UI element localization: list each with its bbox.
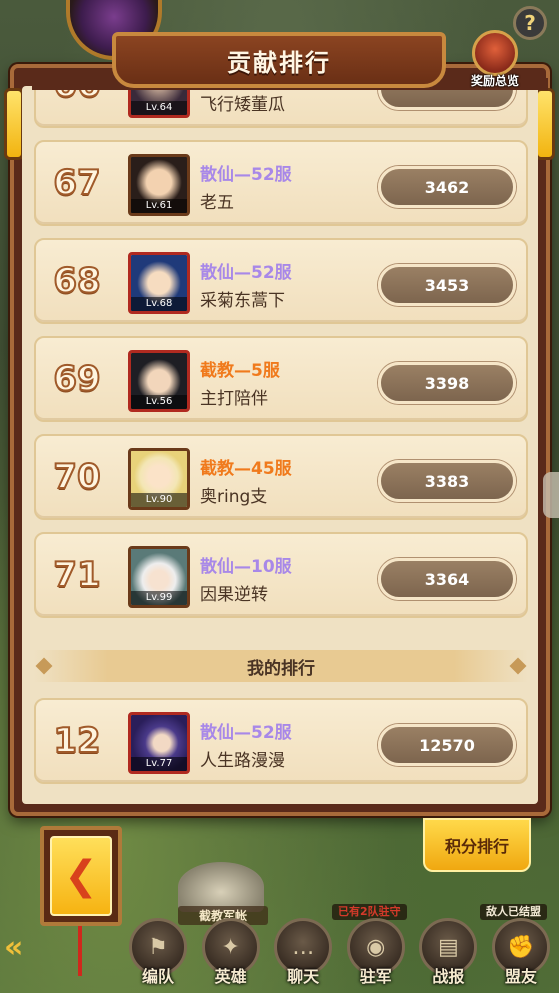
avatar[interactable]: Lv.68 — [128, 252, 190, 314]
back-button-pole — [78, 926, 82, 976]
divider-right-diamond — [509, 657, 527, 675]
title-banner: 贡献排行 — [112, 32, 446, 88]
dock-formation[interactable]: ⚑ 编队 — [124, 918, 192, 993]
server-label: 散仙—10服 — [200, 557, 292, 577]
player-name: 飞行矮董瓜 — [200, 95, 285, 115]
avatar[interactable]: Lv.99 — [128, 546, 190, 608]
dock-ally[interactable]: ✊ 盟友 — [487, 918, 555, 993]
avatar[interactable]: Lv.77 — [128, 712, 190, 774]
dock-label: 英雄 — [214, 967, 247, 986]
list-item[interactable]: 71 Lv.99 散仙—10服 因果逆转 3364 — [34, 532, 528, 618]
score-pill: 3453 — [378, 264, 516, 306]
level-badge: Lv.68 — [131, 297, 187, 311]
rank-number: 69 — [52, 358, 101, 400]
camp-building[interactable] — [178, 862, 264, 912]
player-name: 老五 — [200, 193, 234, 213]
score-pill: 12570 — [378, 724, 516, 766]
my-rank-row[interactable]: 12 Lv.77 散仙—52服 人生路漫漫 12570 — [34, 698, 528, 784]
frame-post-right — [535, 88, 555, 160]
player-name: 采菊东蒿下 — [200, 291, 285, 311]
score-pill: 3398 — [378, 362, 516, 404]
list-item[interactable]: 70 Lv.90 截教—45服 奥ring支 3383 — [34, 434, 528, 520]
dock-label: 驻军 — [359, 967, 392, 986]
rank-number: 12 — [52, 720, 101, 762]
rank-number: 70 — [52, 456, 101, 498]
ranking-panel: 66 Lv.64 飞行矮董瓜 67 Lv.61 散仙—52服 老五 3462 6… — [22, 86, 538, 804]
reward-chest-icon — [472, 30, 518, 76]
dock-label: 编队 — [141, 967, 174, 986]
rank-number: 71 — [52, 554, 101, 596]
list-item[interactable]: 69 Lv.56 截教—5服 主打陪伴 3398 — [34, 336, 528, 422]
dock-label: 战报 — [432, 967, 465, 986]
my-rank-header-text: 我的排行 — [247, 658, 315, 679]
list-item[interactable]: 67 Lv.61 散仙—52服 老五 3462 — [34, 140, 528, 226]
side-drawer-handle[interactable] — [543, 472, 559, 518]
dock-garrison[interactable]: ◉ 驻军 — [342, 918, 410, 993]
player-name: 主打陪伴 — [200, 389, 268, 409]
reward-overview-label: 奖励总览 — [470, 74, 519, 88]
list-item[interactable]: 68 Lv.68 散仙—52服 采菊东蒿下 3453 — [34, 238, 528, 324]
player-name: 因果逆转 — [200, 585, 268, 605]
level-badge: Lv.99 — [131, 591, 187, 605]
frame-post-left — [4, 88, 24, 160]
reward-overview-button[interactable]: 奖励总览 — [465, 30, 525, 92]
player-name: 奥ring支 — [200, 487, 268, 507]
page-title: 贡献排行 — [227, 48, 331, 77]
help-icon: ? — [524, 11, 536, 35]
points-ranking-label: 积分排行 — [444, 837, 509, 856]
server-label: 散仙—52服 — [200, 263, 292, 283]
level-badge: Lv.64 — [131, 101, 187, 115]
points-ranking-button[interactable]: 积分排行 — [423, 818, 531, 872]
rank-number: 68 — [52, 260, 101, 302]
level-badge: Lv.56 — [131, 395, 187, 409]
server-label: 散仙—52服 — [200, 723, 292, 743]
server-label: 截教—45服 — [200, 459, 292, 479]
server-label: 截教—5服 — [200, 361, 280, 381]
server-label: 散仙—52服 — [200, 165, 292, 185]
score-pill: 3462 — [378, 166, 516, 208]
score-pill: 3383 — [378, 460, 516, 502]
avatar[interactable]: Lv.56 — [128, 350, 190, 412]
divider-left-diamond — [35, 657, 53, 675]
level-badge: Lv.61 — [131, 199, 187, 213]
dock-label: 盟友 — [504, 967, 537, 986]
avatar[interactable]: Lv.61 — [128, 154, 190, 216]
arrows-left-icon: « — [4, 930, 24, 965]
back-button[interactable]: ❮ — [50, 836, 112, 916]
rank-number: 67 — [52, 162, 101, 204]
dock-label: 聊天 — [287, 967, 320, 986]
bottom-dock: ⚑ 编队 ✦ 英雄 … 聊天 ◉ 驻军 ▤ 战报 ✊ 盟友 — [120, 918, 559, 993]
level-badge: Lv.90 — [131, 493, 187, 507]
dock-battle-report[interactable]: ▤ 战报 — [414, 918, 482, 993]
chevron-left-icon: ❮ — [64, 853, 98, 899]
dock-hero[interactable]: ✦ 英雄 — [197, 918, 265, 993]
player-name: 人生路漫漫 — [200, 751, 285, 771]
my-rank-header: 我的排行 — [34, 650, 528, 682]
avatar[interactable]: Lv.90 — [128, 448, 190, 510]
rank-number: 66 — [46, 86, 108, 126]
score-pill: 3364 — [378, 558, 516, 600]
level-badge: Lv.77 — [131, 757, 187, 771]
dock-chat[interactable]: … 聊天 — [269, 918, 337, 993]
list-item[interactable]: 66 Lv.64 飞行矮董瓜 — [34, 86, 528, 128]
avatar[interactable]: Lv.64 — [128, 86, 190, 118]
